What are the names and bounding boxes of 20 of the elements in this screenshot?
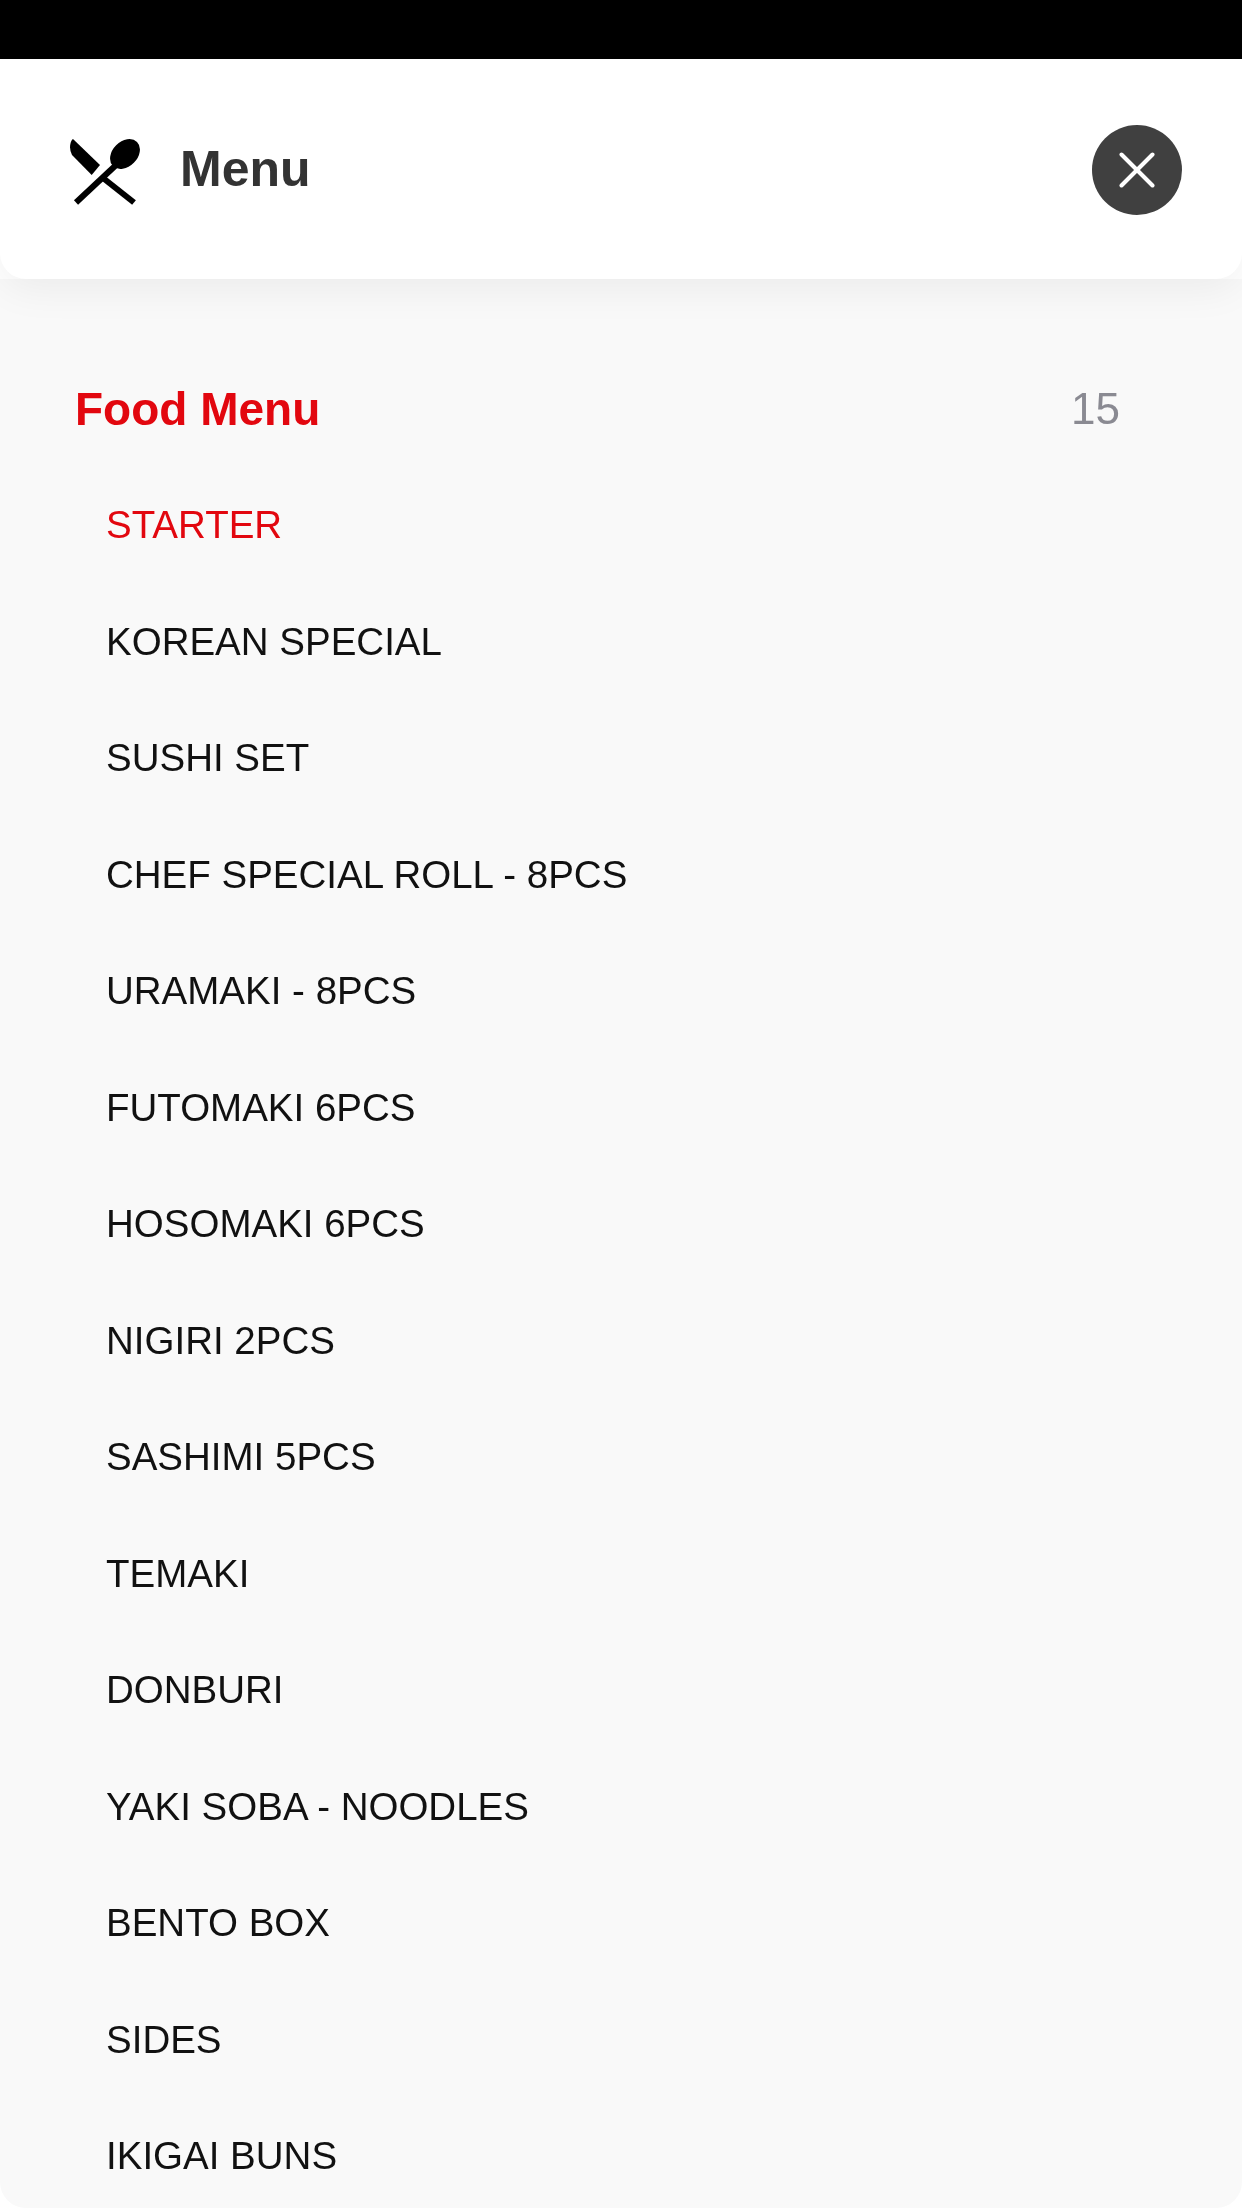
category-item[interactable]: KOREAN SPECIAL (106, 617, 442, 666)
category-item[interactable]: SASHIMI 5PCS (106, 1433, 376, 1481)
category-item[interactable]: NIGIRI 2PCS (106, 1316, 335, 1365)
category-item[interactable]: SIDES (106, 2015, 222, 2064)
category-item[interactable]: BENTO BOX (106, 1899, 330, 1947)
category-item[interactable]: STARTER (106, 501, 283, 549)
section-title[interactable]: Food Menu (75, 381, 321, 437)
category-item[interactable]: HOSOMAKI 6PCS (106, 1200, 425, 1248)
close-icon (1119, 152, 1155, 188)
category-item[interactable]: YAKI SOBA - NOODLES (106, 1782, 529, 1831)
category-item[interactable]: URAMAKI - 8PCS (106, 967, 417, 1015)
knife-spoon-icon (70, 137, 142, 205)
category-item[interactable]: TEMAKI (106, 1549, 250, 1598)
category-item[interactable]: CHEF SPECIAL ROLL - 8PCS (106, 850, 628, 899)
item-count: 15 (1071, 383, 1120, 435)
category-item[interactable]: IKIGAI BUNS (106, 2132, 338, 2180)
menu-title: Menu (180, 140, 311, 199)
category-item[interactable]: DONBURI (106, 1666, 284, 1714)
category-item[interactable]: FUTOMAKI 6PCS (106, 1083, 416, 1132)
category-item[interactable]: SUSHI SET (106, 734, 310, 782)
